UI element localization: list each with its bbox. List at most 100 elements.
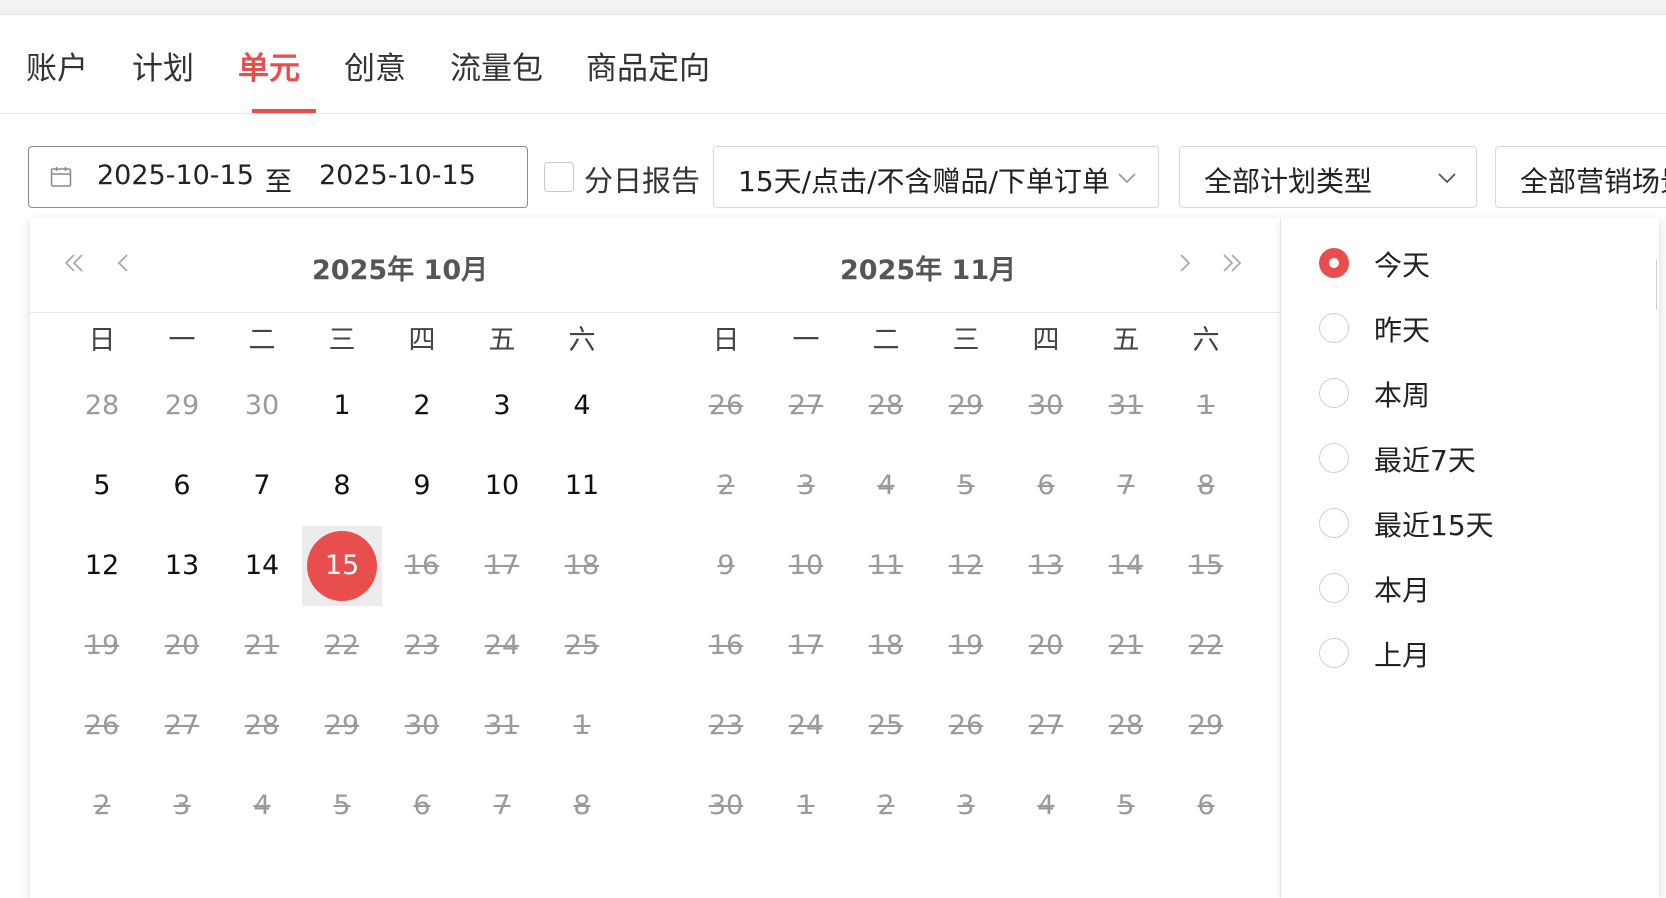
- calendar-day[interactable]: 28: [62, 366, 142, 446]
- tab-plan[interactable]: 计划: [132, 43, 194, 88]
- weekday-header: 一: [168, 325, 196, 356]
- calendar-day-number: 12: [948, 550, 984, 581]
- calendar-day-number: 16: [708, 630, 744, 661]
- weekday-header: 二: [248, 325, 276, 356]
- quick-range-panel: 今天 昨天 本周 最近7天 最近15天 本月 上月: [1280, 218, 1659, 898]
- calendar-day-number: 1: [797, 790, 815, 821]
- calendar-day-number: 12: [84, 550, 120, 581]
- calendar-day-number: 3: [173, 790, 191, 821]
- tab-traffic-pack[interactable]: 流量包: [450, 43, 543, 88]
- calendar-day-number: 14: [1108, 550, 1144, 581]
- calendar-day[interactable]: 4: [542, 366, 622, 446]
- calendar-day: 2: [62, 766, 142, 846]
- calendar-day-number: 5: [1117, 790, 1135, 821]
- weekday-header: 日: [88, 325, 116, 356]
- calendar-day-number: 29: [324, 710, 360, 741]
- calendar-day[interactable]: 10: [462, 446, 542, 526]
- calendar-day[interactable]: 5: [62, 446, 142, 526]
- calendar-day: 31: [1086, 366, 1166, 446]
- calendar-icon: [50, 167, 72, 187]
- calendar-day-number: 7: [493, 790, 511, 821]
- double-chevron-right-icon[interactable]: [1216, 248, 1246, 278]
- calendar-day-number: 8: [573, 790, 591, 821]
- attribution-select[interactable]: 15天/点击/不含赠品/下单订单: [713, 146, 1159, 208]
- radio-unselected[interactable]: [1319, 313, 1349, 343]
- calendar-day: 30: [1006, 366, 1086, 446]
- calendar-day[interactable]: 14: [222, 526, 302, 606]
- scene-select[interactable]: 全部营销场景: [1495, 146, 1666, 208]
- calendar-day: 24: [766, 686, 846, 766]
- calendar-day[interactable]: 8: [302, 446, 382, 526]
- calendar-day[interactable]: 7: [222, 446, 302, 526]
- calendar-day-number: 22: [324, 630, 360, 661]
- calendar-day[interactable]: 2: [382, 366, 462, 446]
- calendar-day: 19: [62, 606, 142, 686]
- calendar-day-number: 3: [493, 390, 511, 421]
- calendar-day-number: 9: [413, 470, 431, 501]
- calendar-day-number: 4: [573, 390, 591, 421]
- quick-range-label: 上月: [1374, 639, 1431, 672]
- chevron-right-icon[interactable]: [1170, 248, 1200, 278]
- calendar-day: 6: [1166, 766, 1246, 846]
- tab-account[interactable]: 账户: [26, 43, 88, 88]
- calendar-day[interactable]: 6: [142, 446, 222, 526]
- quick-range-label: 昨天: [1374, 314, 1431, 347]
- calendar-day[interactable]: 9: [382, 446, 462, 526]
- chevron-down-icon: [1438, 173, 1456, 184]
- calendar-day: 23: [382, 606, 462, 686]
- left-month-title: 2025年 10月: [312, 255, 489, 286]
- radio-unselected[interactable]: [1319, 443, 1349, 473]
- calendar-day: 2: [686, 446, 766, 526]
- double-chevron-left-icon[interactable]: [60, 248, 90, 278]
- calendar-day-number: 6: [173, 470, 191, 501]
- calendar-day[interactable]: 12: [62, 526, 142, 606]
- calendar-day: 16: [382, 526, 462, 606]
- radio-selected[interactable]: [1319, 248, 1349, 278]
- radio-unselected[interactable]: [1319, 638, 1349, 668]
- weekday-header: 六: [1192, 325, 1220, 356]
- tab-creative[interactable]: 创意: [344, 43, 406, 88]
- calendar-day[interactable]: 13: [142, 526, 222, 606]
- calendar-day-selected[interactable]: 15: [302, 526, 382, 606]
- calendar-day-number: 18: [868, 630, 904, 661]
- calendar-day: 2: [846, 766, 926, 846]
- chevron-left-icon[interactable]: [108, 248, 138, 278]
- calendar-day: 26: [62, 686, 142, 766]
- date-start-input[interactable]: 2025-10-15: [97, 160, 254, 191]
- calendar-day: 18: [846, 606, 926, 686]
- calendar-day[interactable]: 29: [142, 366, 222, 446]
- plan-type-select[interactable]: 全部计划类型: [1179, 146, 1477, 208]
- calendar-day-number: 31: [1108, 390, 1144, 421]
- calendar-day: 16: [686, 606, 766, 686]
- calendar-day: 3: [926, 766, 1006, 846]
- date-range-picker[interactable]: 2025-10-15 至 2025-10-15: [28, 146, 528, 208]
- calendar-day[interactable]: 3: [462, 366, 542, 446]
- calendar-panel: 2025年 10月 2025年 11月 日一二三四五六 28 29 30 1 2 3 4 5 6 7…: [30, 218, 1280, 898]
- calendar-day-number: 30: [244, 390, 280, 421]
- calendar-day[interactable]: 11: [542, 446, 622, 526]
- date-end-input[interactable]: 2025-10-15: [319, 160, 476, 191]
- tab-product-targeting[interactable]: 商品定向: [586, 43, 710, 88]
- calendar-day-number: 18: [564, 550, 600, 581]
- calendar-day: 28: [846, 366, 926, 446]
- radio-unselected[interactable]: [1319, 573, 1349, 603]
- calendar-day-number: 8: [333, 470, 351, 501]
- calendar-day[interactable]: 1: [302, 366, 382, 446]
- calendar-day[interactable]: 30: [222, 366, 302, 446]
- calendar-day: 17: [462, 526, 542, 606]
- calendar-day: 28: [222, 686, 302, 766]
- calendar-day: 29: [926, 366, 1006, 446]
- calendar-day-number: 13: [164, 550, 200, 581]
- weekday-header: 三: [328, 325, 356, 356]
- calendar-day: 8: [542, 766, 622, 846]
- calendar-day-number: 5: [93, 470, 111, 501]
- calendar-day: 12: [926, 526, 1006, 606]
- checkbox-box[interactable]: [544, 162, 574, 192]
- calendar-day-number: 6: [1197, 790, 1215, 821]
- radio-unselected[interactable]: [1319, 378, 1349, 408]
- radio-unselected[interactable]: [1319, 508, 1349, 538]
- calendar-day-number: 5: [957, 470, 975, 501]
- calendar-day-number: 15: [307, 531, 377, 601]
- calendar-day-number: 17: [788, 630, 824, 661]
- tab-unit[interactable]: 单元: [238, 43, 300, 88]
